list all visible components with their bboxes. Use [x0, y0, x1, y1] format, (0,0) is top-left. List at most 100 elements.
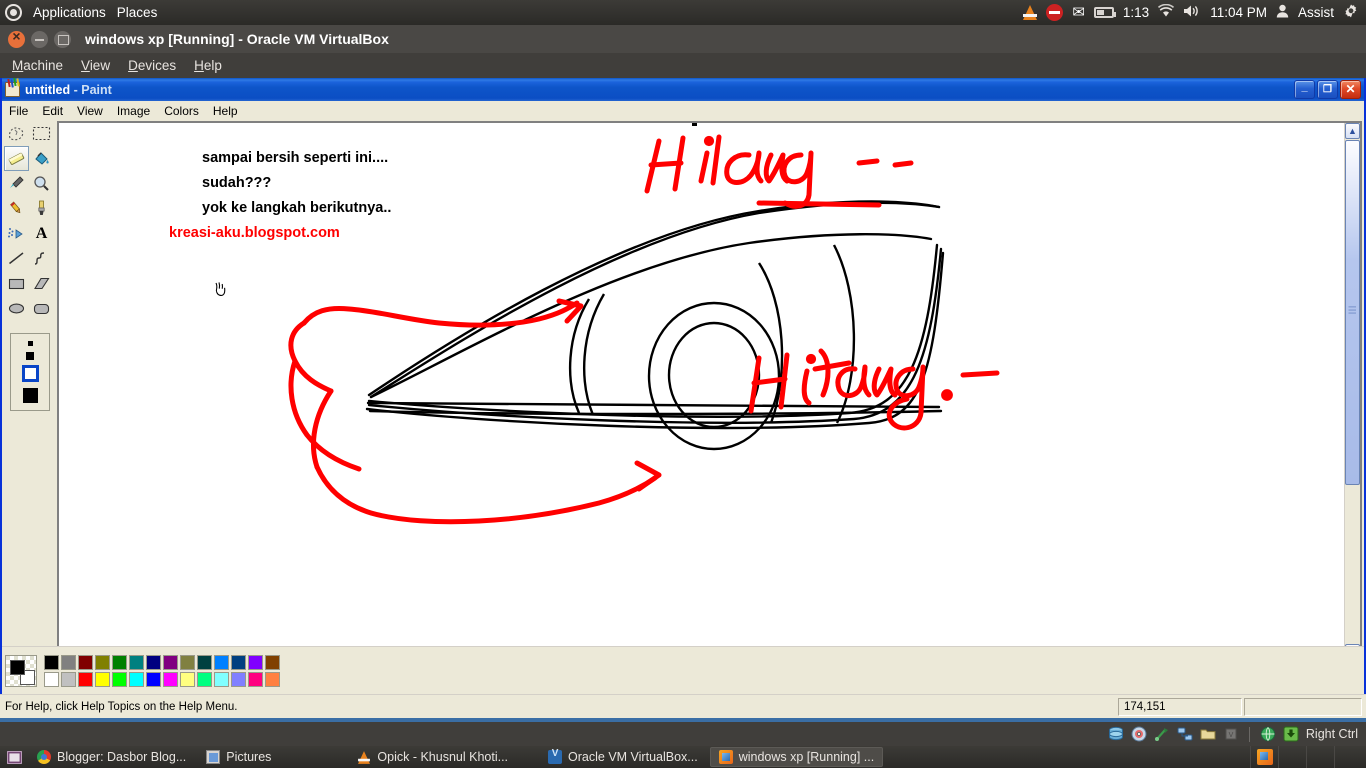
cd-icon[interactable]: [1131, 726, 1147, 742]
usb-icon[interactable]: [1154, 726, 1170, 742]
hard-disk-icon[interactable]: [1108, 726, 1124, 742]
mail-icon[interactable]: ✉: [1072, 5, 1085, 20]
current-colors-indicator[interactable]: [5, 654, 37, 687]
palette-swatch[interactable]: [44, 671, 59, 687]
update-blocked-icon[interactable]: [1046, 4, 1064, 21]
vbox-menu-view[interactable]: View: [81, 58, 110, 73]
paint-close-button[interactable]: ✕: [1340, 80, 1361, 99]
palette-swatch[interactable]: [248, 671, 263, 687]
taskbar-item-vlc[interactable]: Opick - Khusnul Khoti...: [349, 747, 516, 767]
menu-places[interactable]: Places: [117, 5, 158, 20]
free-form-select-tool[interactable]: [4, 121, 29, 146]
paint-menu-help[interactable]: Help: [206, 103, 245, 119]
brush-tool[interactable]: [29, 196, 54, 221]
palette-swatch[interactable]: [112, 671, 127, 687]
paint-menu-colors[interactable]: Colors: [157, 103, 206, 119]
workspace-4[interactable]: [1334, 746, 1362, 768]
user-name-label[interactable]: Assist: [1298, 5, 1334, 20]
palette-swatch[interactable]: [180, 654, 195, 670]
palette-swatch[interactable]: [265, 671, 280, 687]
vbox-maximize-button[interactable]: [54, 30, 71, 48]
vbox-menu-machine[interactable]: Machine: [12, 58, 63, 73]
palette-swatch[interactable]: [265, 654, 280, 670]
ubuntu-logo-icon[interactable]: [5, 4, 22, 21]
palette-swatch[interactable]: [231, 671, 246, 687]
network-icon[interactable]: [1177, 726, 1193, 742]
fill-tool[interactable]: [29, 146, 54, 171]
menu-applications[interactable]: Applications: [33, 5, 106, 20]
taskbar-item-pictures[interactable]: Pictures: [198, 747, 279, 767]
text-tool[interactable]: A: [29, 221, 54, 246]
taskbar-item-windows-xp[interactable]: windows xp [Running] ...: [709, 747, 884, 767]
palette-swatch[interactable]: [61, 671, 76, 687]
palette-swatch[interactable]: [112, 654, 127, 670]
paint-menu-file[interactable]: File: [2, 103, 35, 119]
foreground-color-swatch[interactable]: [10, 659, 25, 675]
paint-menu-view[interactable]: View: [70, 103, 110, 119]
shared-folder-icon[interactable]: [1200, 726, 1216, 742]
wifi-icon[interactable]: [1158, 4, 1175, 21]
vbox-close-button[interactable]: [8, 28, 25, 48]
palette-swatch[interactable]: [61, 654, 76, 670]
airbrush-tool[interactable]: [4, 221, 29, 246]
palette-swatch[interactable]: [214, 654, 229, 670]
workspace-2[interactable]: [1278, 746, 1306, 768]
palette-swatch[interactable]: [129, 671, 144, 687]
palette-swatch[interactable]: [197, 654, 212, 670]
vbox-menu-help[interactable]: Help: [194, 58, 222, 73]
color-picker-tool[interactable]: [4, 171, 29, 196]
gear-icon[interactable]: [1343, 3, 1359, 22]
rounded-rectangle-tool[interactable]: [29, 296, 54, 321]
palette-swatch[interactable]: [95, 654, 110, 670]
palette-swatch[interactable]: [163, 654, 178, 670]
palette-swatch[interactable]: [231, 654, 246, 670]
taskbar-item-blogger[interactable]: Blogger: Dasbor Blog...: [29, 747, 194, 767]
paint-canvas[interactable]: sampai bersih seperti ini.... sudah??? y…: [59, 123, 1344, 660]
battery-icon[interactable]: [1093, 7, 1116, 18]
pencil-tool[interactable]: [4, 196, 29, 221]
palette-swatch[interactable]: [95, 671, 110, 687]
vertical-scroll-thumb[interactable]: |||: [1345, 140, 1360, 485]
eraser-size-medium[interactable]: [26, 351, 34, 360]
paint-menu-edit[interactable]: Edit: [35, 103, 70, 119]
palette-swatch[interactable]: [197, 671, 212, 687]
vlc-icon[interactable]: [1023, 5, 1038, 20]
eraser-tool[interactable]: [4, 146, 29, 171]
palette-swatch[interactable]: [44, 654, 59, 670]
palette-swatch[interactable]: [146, 671, 161, 687]
vbox-menu-devices[interactable]: Devices: [128, 58, 176, 73]
palette-swatch[interactable]: [214, 671, 229, 687]
scroll-up-button[interactable]: ▲: [1345, 123, 1360, 139]
palette-swatch[interactable]: [78, 671, 93, 687]
taskbar-item-virtualbox[interactable]: Oracle VM VirtualBox...: [540, 747, 706, 767]
paint-minimize-button[interactable]: _: [1294, 80, 1315, 99]
vbox-minimize-button[interactable]: [31, 30, 48, 48]
curve-tool[interactable]: [29, 246, 54, 271]
host-key-icon[interactable]: [1283, 726, 1299, 742]
ellipse-tool[interactable]: [4, 296, 29, 321]
eraser-size-large-outline[interactable]: [21, 365, 39, 383]
workspace-3[interactable]: [1306, 746, 1334, 768]
eraser-size-small[interactable]: [27, 340, 33, 346]
paint-menu-image[interactable]: Image: [110, 103, 157, 119]
rectangle-select-tool[interactable]: [29, 121, 54, 146]
workspace-1[interactable]: [1250, 746, 1278, 768]
palette-swatch[interactable]: [163, 671, 178, 687]
palette-swatch[interactable]: [78, 654, 93, 670]
rectangle-tool[interactable]: [4, 271, 29, 296]
line-tool[interactable]: [4, 246, 29, 271]
magnifier-tool[interactable]: [29, 171, 54, 196]
paint-restore-button[interactable]: ❐: [1317, 80, 1338, 99]
user-account-icon[interactable]: [1276, 4, 1289, 21]
palette-swatch[interactable]: [146, 654, 161, 670]
palette-swatch[interactable]: [248, 654, 263, 670]
palette-swatch[interactable]: [129, 654, 144, 670]
ubuntu-clock[interactable]: 11:04 PM: [1210, 5, 1267, 20]
globe-icon[interactable]: [1260, 726, 1276, 742]
canvas-vertical-scrollbar[interactable]: ▲ ||| ▼: [1344, 123, 1360, 660]
volume-icon[interactable]: [1183, 4, 1201, 21]
palette-swatch[interactable]: [180, 671, 195, 687]
show-desktop-icon[interactable]: [3, 748, 25, 766]
polygon-tool[interactable]: [29, 271, 54, 296]
eraser-size-largest[interactable]: [22, 388, 38, 404]
